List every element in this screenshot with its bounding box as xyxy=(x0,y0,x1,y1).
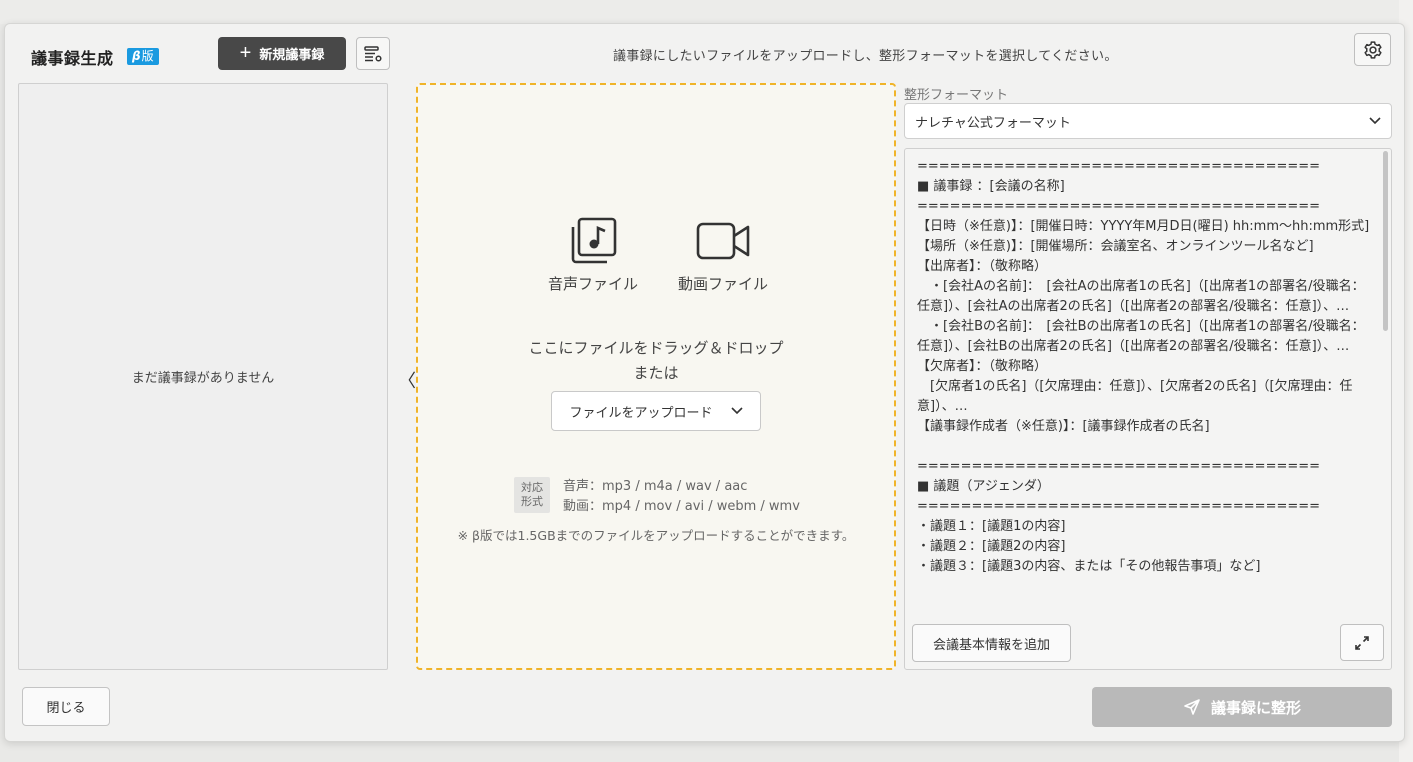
send-icon xyxy=(1184,699,1200,715)
new-minutes-label: 新規議事録 xyxy=(259,47,325,62)
collapse-chevron-icon[interactable]: 〈 xyxy=(398,367,416,393)
format-template-editor[interactable]: ===================================== ■ … xyxy=(904,148,1392,670)
new-minutes-button[interactable]: + 新規議事録 xyxy=(218,37,346,70)
expand-icon xyxy=(1355,635,1369,650)
gear-icon xyxy=(1363,40,1382,59)
expand-editor-button[interactable] xyxy=(1340,624,1384,661)
template-scrollbar[interactable] xyxy=(1383,151,1388,331)
supported-formats-badge-line1: 対応 xyxy=(521,481,543,494)
list-settings-icon xyxy=(364,45,382,62)
beta-badge-prefix: β xyxy=(132,49,141,63)
format-minutes-label: 議事録に整形 xyxy=(1210,698,1301,717)
minutes-generator-modal: 議事録生成 β版 + 新規議事録 議事録にしたいファイルをアップロードし、整形フ… xyxy=(4,23,1405,742)
instruction-text: 議事録にしたいファイルをアップロードし、整形フォーマットを選択してください。 xyxy=(613,49,1118,64)
video-file-label: 動画ファイル xyxy=(677,275,768,293)
audio-formats: 音声：mp3 / m4a / wav / aac xyxy=(563,479,748,494)
beta-badge-suffix: 版 xyxy=(141,49,154,63)
list-settings-button[interactable] xyxy=(356,37,390,70)
add-meeting-info-label: 会議基本情報を追加 xyxy=(932,637,1050,653)
background-strip xyxy=(0,0,1413,24)
empty-list-message: まだ議事録がありません xyxy=(131,371,275,386)
audio-file-label: 音声ファイル xyxy=(547,275,638,293)
upload-file-label: ファイルをアップロード xyxy=(569,405,713,421)
modal-title: 議事録生成 xyxy=(31,49,114,68)
add-meeting-info-button[interactable]: 会議基本情報を追加 xyxy=(912,624,1071,662)
video-file-type: 動画ファイル xyxy=(668,215,778,294)
drop-or-text: または xyxy=(633,364,679,382)
chevron-down-icon xyxy=(730,407,743,415)
video-camera-icon xyxy=(696,222,750,260)
file-size-note: ※ β版では1.5GBまでのファイルをアップロードすることができます。 xyxy=(457,528,855,543)
video-formats: 動画：mp4 / mov / avi / webm / wmv xyxy=(563,499,800,514)
format-select[interactable]: ナレチャ公式フォーマット xyxy=(904,103,1392,139)
close-label: 閉じる xyxy=(46,701,86,716)
file-dropzone[interactable]: 音声ファイル 動画ファイル ここにファイルをドラッグ＆ドロップ または ファイル… xyxy=(416,83,896,670)
format-template-text[interactable]: ===================================== ■ … xyxy=(917,157,1377,577)
audio-file-icon xyxy=(571,217,617,264)
close-button[interactable]: 閉じる xyxy=(22,687,110,726)
minutes-list-panel: まだ議事録がありません xyxy=(18,83,388,670)
format-minutes-button[interactable]: 議事録に整形 xyxy=(1092,687,1392,727)
drop-instruction: ここにファイルをドラッグ＆ドロップ xyxy=(528,339,784,357)
plus-icon: + xyxy=(239,41,252,64)
format-selected-value: ナレチャ公式フォーマット xyxy=(915,115,1071,131)
settings-button[interactable] xyxy=(1354,33,1391,66)
supported-formats-badge: 対応 形式 xyxy=(514,477,550,513)
chevron-down-icon xyxy=(1369,117,1381,125)
upload-file-button[interactable]: ファイルをアップロード xyxy=(551,391,761,431)
beta-badge: β版 xyxy=(127,48,159,65)
audio-file-type: 音声ファイル xyxy=(538,215,648,294)
supported-formats-list: 音声：mp3 / m4a / wav / aac 動画：mp4 / mov / … xyxy=(563,477,800,517)
supported-formats-badge-line2: 形式 xyxy=(521,495,543,508)
format-label: 整形フォーマット xyxy=(904,88,1009,103)
